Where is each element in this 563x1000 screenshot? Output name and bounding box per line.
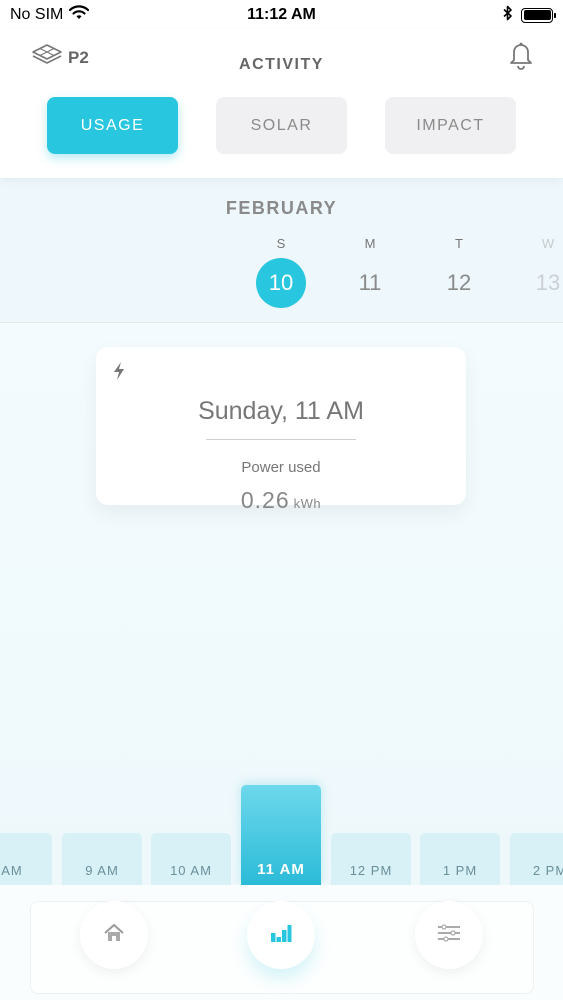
hour-bar[interactable]: 2 PM xyxy=(510,833,563,885)
usage-chart: Sunday, 11 AM Power used 0.26 kWh AM 9 AM… xyxy=(0,323,563,885)
day-letter: M xyxy=(364,236,376,251)
date-strip: FEBRUARY S 10 M 11 T 12 W 13 xyxy=(0,178,563,323)
card-divider xyxy=(206,439,356,440)
status-right xyxy=(503,5,556,26)
hour-bar[interactable]: 1 PM xyxy=(420,833,500,885)
battery-icon xyxy=(521,7,556,23)
power-unit: kWh xyxy=(293,496,322,511)
day-item[interactable]: S 10 xyxy=(251,236,311,308)
nav-activity-button[interactable] xyxy=(247,901,315,969)
notifications-button[interactable] xyxy=(507,40,535,75)
hour-bar[interactable]: 12 PM xyxy=(331,833,411,885)
day-letter: T xyxy=(455,236,463,251)
bluetooth-icon xyxy=(503,5,513,26)
day-number[interactable]: 13 xyxy=(523,258,563,308)
lightning-icon xyxy=(112,361,126,386)
bar-chart-icon xyxy=(270,923,292,948)
carrier-label: No SIM xyxy=(10,6,64,23)
day-letter: W xyxy=(541,236,555,251)
nav-settings-button[interactable] xyxy=(415,901,483,969)
power-used-label: Power used xyxy=(241,459,321,476)
bell-icon xyxy=(507,42,535,74)
day-number[interactable]: 12 xyxy=(434,258,484,308)
month-label: FEBRUARY xyxy=(225,198,338,218)
hour-bar[interactable]: 9 AM xyxy=(62,833,142,885)
power-value: 0.26 xyxy=(240,487,290,513)
day-item[interactable]: T 12 xyxy=(429,236,489,308)
tab-solar[interactable]: SOLAR xyxy=(216,97,347,154)
hour-bar-selected[interactable]: 11 AM xyxy=(241,785,321,885)
power-value-row: 0.26 kWh xyxy=(96,487,466,514)
hour-bar[interactable]: 10 AM xyxy=(151,833,231,885)
wifi-icon xyxy=(69,5,90,25)
selected-datetime: Sunday, 11 AM xyxy=(198,397,364,425)
day-item[interactable]: M 11 xyxy=(340,236,400,308)
page-title: ACTIVITY xyxy=(239,56,324,73)
day-item[interactable]: W 13 xyxy=(518,236,563,308)
home-icon xyxy=(103,923,125,948)
tab-impact[interactable]: IMPACT xyxy=(385,97,516,154)
header: P2 ACTIVITY USAGE SOLAR IMPACT xyxy=(0,30,563,178)
nav-home-button[interactable] xyxy=(80,901,148,969)
status-bar: No SIM 11:12 AM xyxy=(0,0,563,30)
day-letter: S xyxy=(276,236,286,251)
day-number-selected[interactable]: 10 xyxy=(256,258,306,308)
settings-list-icon xyxy=(437,923,461,947)
day-number[interactable]: 11 xyxy=(345,258,395,308)
usage-detail-card: Sunday, 11 AM Power used 0.26 kWh xyxy=(96,347,466,513)
status-left: No SIM xyxy=(10,5,90,25)
hour-bar[interactable]: AM xyxy=(0,833,52,885)
tab-usage[interactable]: USAGE xyxy=(47,97,178,154)
